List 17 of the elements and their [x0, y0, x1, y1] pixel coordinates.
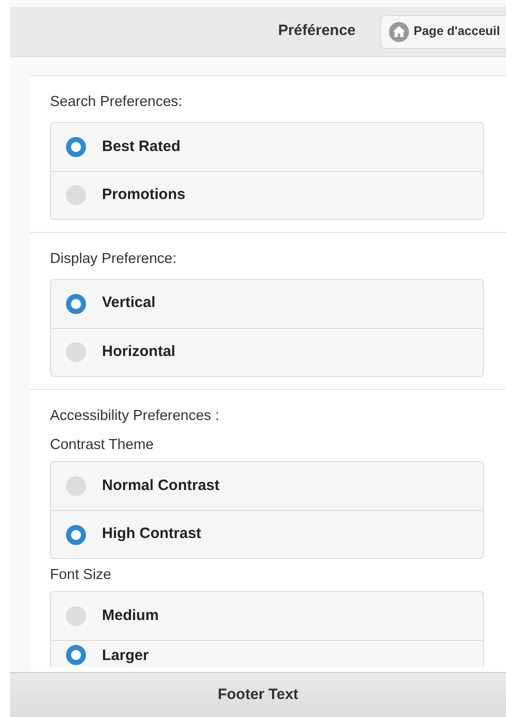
radio-option[interactable]: Normal Contrast	[51, 462, 483, 510]
section-title: Display Preference:	[50, 250, 178, 269]
group-label: Font Size	[50, 566, 112, 585]
radio-option[interactable]: High Contrast	[51, 510, 483, 558]
radio-option[interactable]: Vertical	[51, 280, 483, 328]
radio-option[interactable]: Larger	[51, 640, 483, 667]
page-title: Préférence	[278, 21, 356, 42]
footer-bar: Footer Text	[10, 672, 506, 717]
radio-option[interactable]: Promotions	[51, 170, 483, 219]
radio-option[interactable]: Best Rated	[51, 122, 483, 171]
radio-option[interactable]: Horizontal	[51, 328, 483, 376]
section-title: Search Preferences:	[50, 93, 184, 112]
home-icon	[388, 22, 409, 42]
home-button[interactable]: Page d'acceuil	[380, 14, 506, 48]
group-label: Contrast Theme	[50, 436, 155, 456]
section-title: Accessibility Preferences :	[50, 406, 220, 426]
radio-option[interactable]: Medium	[51, 592, 483, 640]
